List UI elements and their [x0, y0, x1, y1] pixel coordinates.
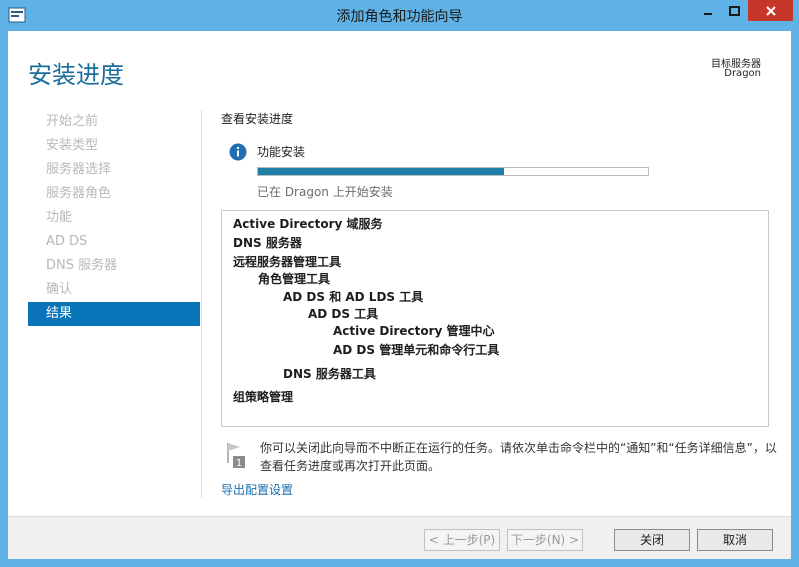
feature-item: DNS 服务器: [233, 236, 302, 250]
feature-installation-label: 功能安装: [257, 145, 306, 159]
target-server-name: Dragon: [724, 68, 761, 79]
nav-item-ad-ds[interactable]: AD DS: [28, 230, 200, 254]
progress-status: 已在 Dragon 上开始安装: [257, 185, 393, 199]
svg-text:1: 1: [236, 458, 242, 469]
notification-flag-icon: 1: [227, 443, 245, 469]
page-title: 安装进度: [28, 61, 124, 89]
export-configuration-link[interactable]: 导出配置设置: [221, 481, 293, 498]
minimize-button[interactable]: [694, 0, 721, 21]
nav-item-results[interactable]: 结果: [28, 302, 200, 326]
install-progress-bar: [257, 167, 649, 176]
nav-item-confirmation[interactable]: 确认: [28, 278, 200, 302]
wizard-client-area: 安装进度 目标服务器 Dragon 开始之前 安装类型 服务器选择 服务器角色 …: [8, 31, 791, 559]
nav-item-installation-type[interactable]: 安装类型: [28, 134, 200, 158]
close-button[interactable]: 关闭: [614, 529, 690, 551]
feature-item: 角色管理工具: [258, 272, 331, 286]
feature-item: Active Directory 管理中心: [333, 324, 495, 338]
maximize-icon: [729, 5, 740, 16]
previous-button[interactable]: < 上一步(P): [424, 529, 500, 551]
minimize-icon: [703, 12, 712, 15]
nav-item-features[interactable]: 功能: [28, 206, 200, 230]
window-title: 添加角色和功能向导: [336, 9, 463, 25]
feature-item: 组策略管理: [233, 390, 294, 404]
nav-item-server-roles[interactable]: 服务器角色: [28, 182, 200, 206]
close-icon: [765, 5, 776, 16]
info-icon: [229, 143, 247, 161]
section-title: 查看安装进度: [221, 112, 294, 126]
nav-item-dns-server[interactable]: DNS 服务器: [28, 254, 200, 278]
nav-item-server-selection[interactable]: 服务器选择: [28, 158, 200, 182]
feature-item: AD DS 管理单元和命令行工具: [333, 343, 500, 357]
wizard-footer: < 上一步(P) 下一步(N) > 关闭 取消: [8, 516, 791, 559]
install-progress-fill: [258, 168, 504, 175]
feature-item: DNS 服务器工具: [283, 367, 376, 381]
feature-item: Active Directory 域服务: [233, 217, 383, 231]
wizard-nav: 开始之前 安装类型 服务器选择 服务器角色 功能 AD DS DNS 服务器 确…: [28, 110, 200, 326]
cancel-button[interactable]: 取消: [697, 529, 773, 551]
nav-item-before-you-begin[interactable]: 开始之前: [28, 110, 200, 134]
nav-divider: [201, 110, 202, 498]
maximize-button[interactable]: [721, 0, 748, 21]
wizard-window: 添加角色和功能向导 安装进度 目标服务器 Dragon 开始之前 安装类型 服务…: [0, 0, 799, 567]
feature-item: AD DS 和 AD LDS 工具: [283, 290, 424, 304]
feature-item: 远程服务器管理工具: [233, 255, 342, 269]
background-task-note: 你可以关闭此向导而不中断正在运行的任务。请依次单击命令栏中的“通知”和“任务详细…: [260, 441, 777, 473]
feature-list[interactable]: Active Directory 域服务 DNS 服务器 远程服务器管理工具 角…: [221, 210, 769, 427]
feature-item: AD DS 工具: [308, 307, 379, 321]
next-button[interactable]: 下一步(N) >: [507, 529, 583, 551]
close-window-button[interactable]: [748, 0, 793, 21]
title-bar[interactable]: 添加角色和功能向导: [0, 0, 799, 31]
